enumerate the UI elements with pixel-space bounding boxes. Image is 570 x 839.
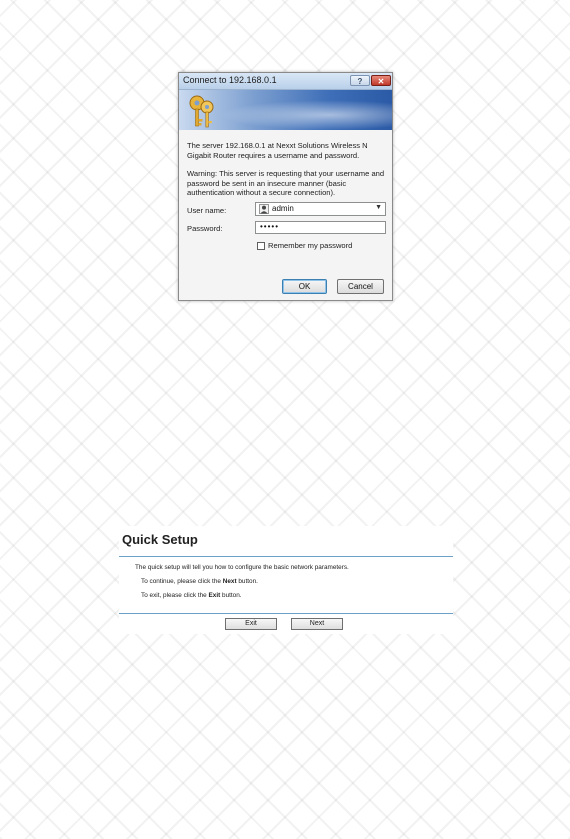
exit-prefix: To exit, please click the — [141, 592, 209, 599]
remember-checkbox[interactable] — [257, 242, 265, 250]
dialog-title: Connect to 192.168.0.1 — [183, 75, 277, 85]
page-title: Quick Setup — [122, 532, 198, 547]
server-message: The server 192.168.0.1 at Nexxt Solution… — [187, 141, 368, 160]
exit-suffix: button. — [220, 592, 242, 599]
next-button[interactable]: Next — [291, 618, 343, 630]
banner-shine — [219, 100, 392, 130]
ok-button[interactable]: OK — [282, 279, 327, 294]
dialog-titlebar: Connect to 192.168.0.1 ? ✕ — [179, 73, 392, 90]
remember-label: Remember my password — [268, 241, 353, 250]
password-value: ••••• — [260, 222, 280, 231]
password-label: Password: — [187, 224, 223, 233]
continue-keyword: Next — [222, 578, 237, 585]
dialog-banner — [179, 90, 392, 130]
help-button[interactable]: ? — [350, 75, 370, 86]
login-dialog: Connect to 192.168.0.1 ? ✕ The server 19… — [178, 72, 393, 301]
password-field[interactable]: ••••• — [255, 221, 386, 234]
chevron-down-icon[interactable]: ▼ — [375, 204, 382, 211]
exit-instruction: To exit, please click the Exit button. — [141, 592, 242, 599]
username-value: admin — [272, 204, 294, 213]
cancel-button[interactable]: Cancel — [337, 279, 384, 294]
intro-text: The quick setup will tell you how to con… — [135, 564, 349, 571]
keys-icon — [189, 95, 214, 128]
exit-button[interactable]: Exit — [225, 618, 277, 630]
exit-keyword: Exit — [208, 592, 221, 599]
quick-setup-panel: Quick Setup The quick setup will tell yo… — [119, 526, 453, 634]
divider — [119, 613, 453, 614]
continue-instruction: To continue, please click the Next butto… — [141, 578, 258, 585]
username-field[interactable]: admin ▼ — [255, 202, 386, 216]
divider — [119, 556, 453, 557]
username-label: User name: — [187, 206, 227, 215]
security-warning: Warning: This server is requesting that … — [187, 169, 385, 198]
user-icon — [259, 204, 269, 214]
continue-suffix: button. — [236, 578, 258, 585]
close-button[interactable]: ✕ — [371, 75, 391, 86]
continue-prefix: To continue, please click the — [141, 578, 223, 585]
